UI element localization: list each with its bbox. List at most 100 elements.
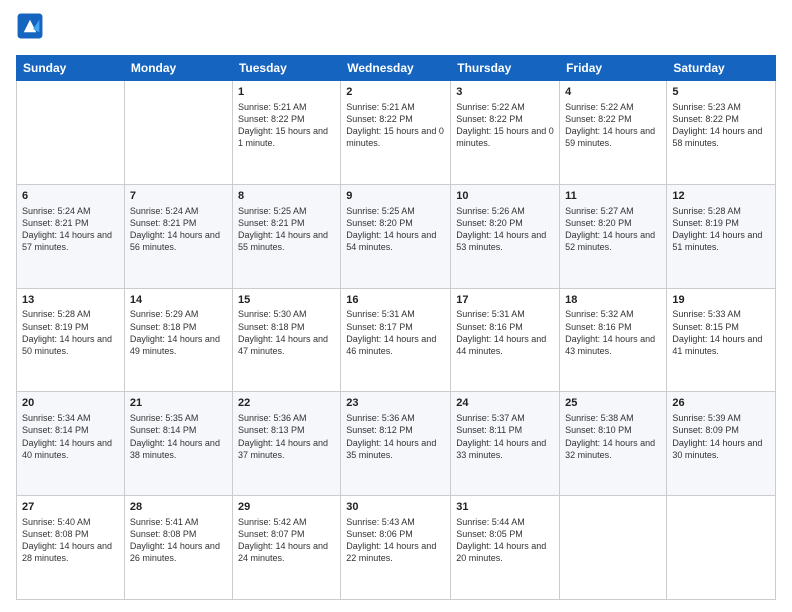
- day-info: Sunrise: 5:25 AMSunset: 8:20 PMDaylight:…: [346, 205, 445, 254]
- weekday-header-row: SundayMondayTuesdayWednesdayThursdayFrid…: [17, 56, 776, 81]
- calendar-cell: 4Sunrise: 5:22 AMSunset: 8:22 PMDaylight…: [560, 81, 667, 185]
- day-number: 29: [238, 500, 335, 515]
- day-info: Sunrise: 5:21 AMSunset: 8:22 PMDaylight:…: [346, 101, 445, 150]
- day-number: 25: [565, 396, 661, 411]
- calendar-cell: 15Sunrise: 5:30 AMSunset: 8:18 PMDayligh…: [232, 288, 340, 392]
- calendar-cell: 18Sunrise: 5:32 AMSunset: 8:16 PMDayligh…: [560, 288, 667, 392]
- day-number: 21: [130, 396, 227, 411]
- day-info: Sunrise: 5:43 AMSunset: 8:06 PMDaylight:…: [346, 516, 445, 565]
- day-number: 17: [456, 293, 554, 308]
- calendar-cell: [17, 81, 125, 185]
- calendar-cell: 3Sunrise: 5:22 AMSunset: 8:22 PMDaylight…: [451, 81, 560, 185]
- day-info: Sunrise: 5:28 AMSunset: 8:19 PMDaylight:…: [22, 308, 119, 357]
- calendar-table: SundayMondayTuesdayWednesdayThursdayFrid…: [16, 55, 776, 600]
- calendar-cell: 17Sunrise: 5:31 AMSunset: 8:16 PMDayligh…: [451, 288, 560, 392]
- calendar-cell: 27Sunrise: 5:40 AMSunset: 8:08 PMDayligh…: [17, 496, 125, 600]
- day-info: Sunrise: 5:41 AMSunset: 8:08 PMDaylight:…: [130, 516, 227, 565]
- day-info: Sunrise: 5:32 AMSunset: 8:16 PMDaylight:…: [565, 308, 661, 357]
- calendar-cell: 9Sunrise: 5:25 AMSunset: 8:20 PMDaylight…: [341, 184, 451, 288]
- day-number: 3: [456, 85, 554, 100]
- weekday-saturday: Saturday: [667, 56, 776, 81]
- calendar-cell: 1Sunrise: 5:21 AMSunset: 8:22 PMDaylight…: [232, 81, 340, 185]
- day-number: 6: [22, 189, 119, 204]
- week-row-3: 13Sunrise: 5:28 AMSunset: 8:19 PMDayligh…: [17, 288, 776, 392]
- day-info: Sunrise: 5:24 AMSunset: 8:21 PMDaylight:…: [22, 205, 119, 254]
- day-number: 20: [22, 396, 119, 411]
- calendar-cell: 7Sunrise: 5:24 AMSunset: 8:21 PMDaylight…: [124, 184, 232, 288]
- calendar-cell: [667, 496, 776, 600]
- day-number: 16: [346, 293, 445, 308]
- day-number: 4: [565, 85, 661, 100]
- day-info: Sunrise: 5:25 AMSunset: 8:21 PMDaylight:…: [238, 205, 335, 254]
- day-info: Sunrise: 5:27 AMSunset: 8:20 PMDaylight:…: [565, 205, 661, 254]
- calendar-cell: 12Sunrise: 5:28 AMSunset: 8:19 PMDayligh…: [667, 184, 776, 288]
- day-number: 28: [130, 500, 227, 515]
- day-info: Sunrise: 5:40 AMSunset: 8:08 PMDaylight:…: [22, 516, 119, 565]
- week-row-2: 6Sunrise: 5:24 AMSunset: 8:21 PMDaylight…: [17, 184, 776, 288]
- weekday-sunday: Sunday: [17, 56, 125, 81]
- day-number: 18: [565, 293, 661, 308]
- day-info: Sunrise: 5:44 AMSunset: 8:05 PMDaylight:…: [456, 516, 554, 565]
- calendar-cell: 29Sunrise: 5:42 AMSunset: 8:07 PMDayligh…: [232, 496, 340, 600]
- day-number: 19: [672, 293, 770, 308]
- weekday-wednesday: Wednesday: [341, 56, 451, 81]
- page: SundayMondayTuesdayWednesdayThursdayFrid…: [0, 0, 792, 612]
- calendar-cell: 28Sunrise: 5:41 AMSunset: 8:08 PMDayligh…: [124, 496, 232, 600]
- day-info: Sunrise: 5:22 AMSunset: 8:22 PMDaylight:…: [565, 101, 661, 150]
- calendar-cell: 10Sunrise: 5:26 AMSunset: 8:20 PMDayligh…: [451, 184, 560, 288]
- calendar-cell: 11Sunrise: 5:27 AMSunset: 8:20 PMDayligh…: [560, 184, 667, 288]
- day-number: 11: [565, 189, 661, 204]
- week-row-1: 1Sunrise: 5:21 AMSunset: 8:22 PMDaylight…: [17, 81, 776, 185]
- day-number: 14: [130, 293, 227, 308]
- calendar-cell: [560, 496, 667, 600]
- day-info: Sunrise: 5:26 AMSunset: 8:20 PMDaylight:…: [456, 205, 554, 254]
- day-info: Sunrise: 5:23 AMSunset: 8:22 PMDaylight:…: [672, 101, 770, 150]
- calendar-cell: 14Sunrise: 5:29 AMSunset: 8:18 PMDayligh…: [124, 288, 232, 392]
- calendar-cell: 24Sunrise: 5:37 AMSunset: 8:11 PMDayligh…: [451, 392, 560, 496]
- calendar-cell: 23Sunrise: 5:36 AMSunset: 8:12 PMDayligh…: [341, 392, 451, 496]
- day-number: 15: [238, 293, 335, 308]
- day-number: 7: [130, 189, 227, 204]
- calendar-cell: 5Sunrise: 5:23 AMSunset: 8:22 PMDaylight…: [667, 81, 776, 185]
- day-info: Sunrise: 5:34 AMSunset: 8:14 PMDaylight:…: [22, 412, 119, 461]
- calendar-cell: 21Sunrise: 5:35 AMSunset: 8:14 PMDayligh…: [124, 392, 232, 496]
- calendar-cell: 16Sunrise: 5:31 AMSunset: 8:17 PMDayligh…: [341, 288, 451, 392]
- calendar-cell: 13Sunrise: 5:28 AMSunset: 8:19 PMDayligh…: [17, 288, 125, 392]
- day-info: Sunrise: 5:22 AMSunset: 8:22 PMDaylight:…: [456, 101, 554, 150]
- day-number: 13: [22, 293, 119, 308]
- day-info: Sunrise: 5:28 AMSunset: 8:19 PMDaylight:…: [672, 205, 770, 254]
- day-info: Sunrise: 5:33 AMSunset: 8:15 PMDaylight:…: [672, 308, 770, 357]
- day-number: 1: [238, 85, 335, 100]
- calendar-cell: 30Sunrise: 5:43 AMSunset: 8:06 PMDayligh…: [341, 496, 451, 600]
- day-info: Sunrise: 5:29 AMSunset: 8:18 PMDaylight:…: [130, 308, 227, 357]
- day-info: Sunrise: 5:37 AMSunset: 8:11 PMDaylight:…: [456, 412, 554, 461]
- day-info: Sunrise: 5:21 AMSunset: 8:22 PMDaylight:…: [238, 101, 335, 150]
- weekday-friday: Friday: [560, 56, 667, 81]
- calendar-cell: 20Sunrise: 5:34 AMSunset: 8:14 PMDayligh…: [17, 392, 125, 496]
- day-number: 10: [456, 189, 554, 204]
- calendar-cell: 31Sunrise: 5:44 AMSunset: 8:05 PMDayligh…: [451, 496, 560, 600]
- day-number: 23: [346, 396, 445, 411]
- day-info: Sunrise: 5:31 AMSunset: 8:16 PMDaylight:…: [456, 308, 554, 357]
- day-number: 5: [672, 85, 770, 100]
- day-number: 26: [672, 396, 770, 411]
- calendar-cell: 19Sunrise: 5:33 AMSunset: 8:15 PMDayligh…: [667, 288, 776, 392]
- header: [16, 12, 776, 47]
- logo: [16, 12, 44, 47]
- day-info: Sunrise: 5:36 AMSunset: 8:12 PMDaylight:…: [346, 412, 445, 461]
- calendar-cell: 6Sunrise: 5:24 AMSunset: 8:21 PMDaylight…: [17, 184, 125, 288]
- day-number: 12: [672, 189, 770, 204]
- calendar-cell: 22Sunrise: 5:36 AMSunset: 8:13 PMDayligh…: [232, 392, 340, 496]
- day-number: 24: [456, 396, 554, 411]
- day-info: Sunrise: 5:36 AMSunset: 8:13 PMDaylight:…: [238, 412, 335, 461]
- week-row-4: 20Sunrise: 5:34 AMSunset: 8:14 PMDayligh…: [17, 392, 776, 496]
- day-info: Sunrise: 5:38 AMSunset: 8:10 PMDaylight:…: [565, 412, 661, 461]
- logo-icon: [16, 12, 44, 40]
- day-info: Sunrise: 5:39 AMSunset: 8:09 PMDaylight:…: [672, 412, 770, 461]
- day-number: 31: [456, 500, 554, 515]
- weekday-tuesday: Tuesday: [232, 56, 340, 81]
- calendar-cell: 2Sunrise: 5:21 AMSunset: 8:22 PMDaylight…: [341, 81, 451, 185]
- calendar-cell: 8Sunrise: 5:25 AMSunset: 8:21 PMDaylight…: [232, 184, 340, 288]
- day-number: 30: [346, 500, 445, 515]
- day-number: 9: [346, 189, 445, 204]
